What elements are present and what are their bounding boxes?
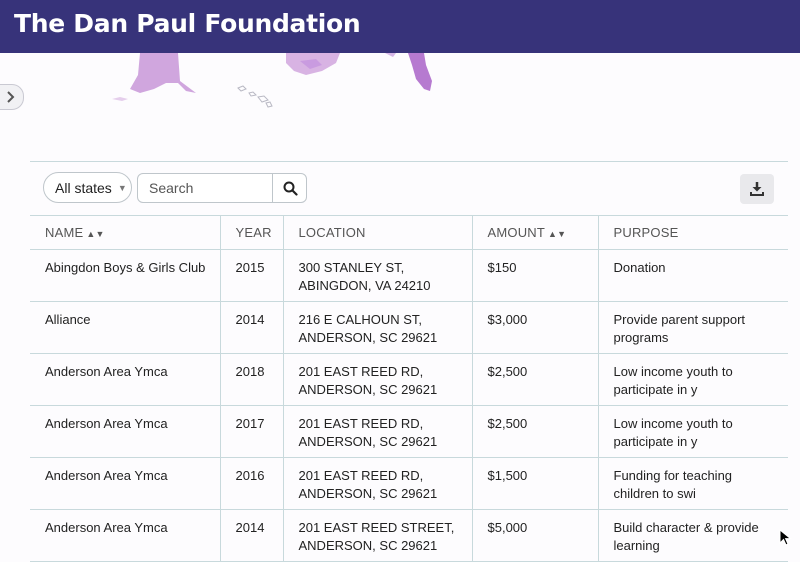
cell-year: 2017 (219, 405, 284, 458)
map-states-shapes[interactable] (0, 53, 800, 153)
cell-name-link[interactable]: Alliance (30, 301, 221, 354)
cell-name-link[interactable]: Anderson Area Ymca (30, 509, 221, 562)
app-header: The Dan Paul Foundation (0, 0, 800, 53)
chevron-right-icon (7, 91, 15, 103)
state-filter-dropdown[interactable]: All states ▼ (43, 172, 132, 203)
cell-purpose: Donation (597, 249, 788, 302)
column-header-name[interactable]: NAME ▲▼ (30, 215, 221, 250)
table-row: Anderson Area Ymca 2014 201 EAST REED ST… (30, 509, 788, 562)
download-button[interactable] (740, 174, 774, 204)
cell-location: 201 EAST REED STREET, ANDERSON, SC 29621 (282, 509, 473, 562)
toolbar-divider (30, 161, 788, 162)
column-header-purpose: PURPOSE (597, 215, 788, 250)
search-button[interactable] (272, 174, 307, 202)
cell-year: 2016 (219, 457, 284, 510)
cell-name: Anderson Area Ymca (30, 405, 221, 458)
search-field[interactable] (137, 173, 307, 203)
cell-purpose: Low income youth to participate in y (597, 353, 788, 406)
cell-purpose: Funding for teaching children to swi (597, 457, 788, 510)
cell-purpose: Low income youth to participate in y (597, 405, 788, 458)
cell-location: 201 EAST REED RD, ANDERSON, SC 29621 (282, 353, 473, 406)
cell-name: Anderson Area Ymca (30, 353, 221, 406)
cell-amount: $5,000 (471, 509, 599, 562)
cell-year: 2014 (219, 509, 284, 562)
search-input[interactable] (138, 174, 272, 202)
cell-name: Abingdon Boys & Girls Club (30, 249, 221, 302)
table-row: Abingdon Boys & Girls Club 2015 300 STAN… (30, 249, 788, 302)
cell-amount: $3,000 (471, 301, 599, 354)
table-row: Anderson Area Ymca 2018 201 EAST REED RD… (30, 353, 788, 406)
column-header-year: YEAR (219, 215, 284, 250)
column-header-amount[interactable]: AMOUNT ▲▼ (471, 215, 599, 250)
cell-purpose: Provide parent support programs (597, 301, 788, 354)
us-map[interactable] (0, 53, 800, 153)
cell-purpose: Build character & provide learning (597, 509, 788, 562)
sort-icon[interactable]: ▲▼ (548, 229, 566, 239)
sort-icon[interactable]: ▲▼ (86, 229, 104, 239)
cell-name: Anderson Area Ymca (30, 457, 221, 510)
sidebar-toggle-button[interactable] (0, 84, 24, 110)
search-icon (283, 181, 298, 196)
caret-down-icon: ▼ (117, 182, 127, 193)
cell-year: 2015 (219, 249, 284, 302)
state-filter-label: All states (55, 179, 112, 196)
cell-location: 201 EAST REED RD, ANDERSON, SC 29621 (282, 405, 473, 458)
cell-amount: $2,500 (471, 405, 599, 458)
page-title: The Dan Paul Foundation (14, 9, 361, 38)
cell-location: 300 STANLEY ST, ABINGDON, VA 24210 (282, 249, 473, 302)
table-row: Alliance 2014 216 E CALHOUN ST, ANDERSON,… (30, 301, 788, 354)
cell-year: 2018 (219, 353, 284, 406)
table-header-row: NAME ▲▼ YEAR LOCATION AMOUNT ▲▼ PURPOSE (30, 215, 788, 250)
cell-amount: $1,500 (471, 457, 599, 510)
grants-table: NAME ▲▼ YEAR LOCATION AMOUNT ▲▼ PURPOSE Ab… (30, 215, 788, 562)
mouse-cursor-icon (779, 529, 792, 546)
cell-location: 201 EAST REED RD, ANDERSON, SC 29621 (282, 457, 473, 510)
column-header-location: LOCATION (282, 215, 473, 250)
cell-amount: $2,500 (471, 353, 599, 406)
cell-amount: $150 (471, 249, 599, 302)
cell-year: 2014 (219, 301, 284, 354)
table-row: Anderson Area Ymca 2017 201 EAST REED RD… (30, 405, 788, 458)
table-row: Anderson Area Ymca 2016 201 EAST REED RD… (30, 457, 788, 510)
download-icon (750, 182, 764, 196)
cell-location: 216 E CALHOUN ST, ANDERSON, SC 29621 (282, 301, 473, 354)
